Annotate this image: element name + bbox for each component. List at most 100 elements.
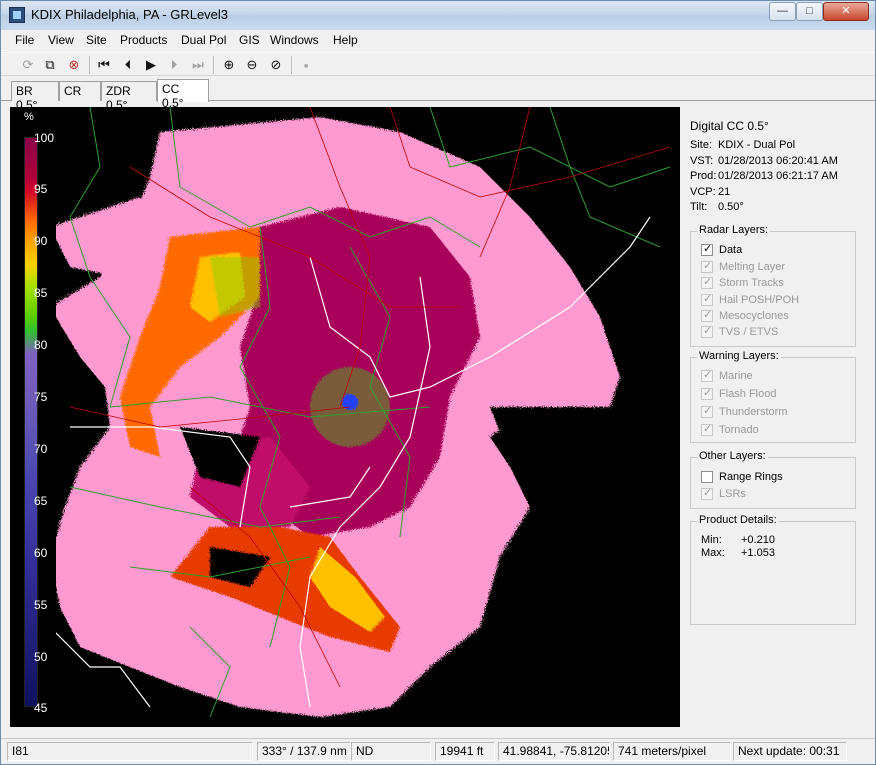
legend-unit: % [24, 111, 34, 123]
toolbar-separator [291, 56, 292, 74]
window-title: KDIX Philadelphia, PA - GRLevel3 [31, 7, 229, 22]
legend-tick-55: 55 [34, 598, 48, 612]
checkbox-box[interactable] [701, 275, 713, 289]
checkbox-lsrs[interactable]: LSRs [701, 486, 746, 502]
zoom-in-icon[interactable]: ⊕ [220, 56, 238, 74]
copy-icon[interactable]: ⧉ [41, 56, 59, 74]
checkbox-box[interactable] [701, 368, 713, 382]
legend-tick-100: 100 [34, 131, 55, 145]
status-cell-location: I81 [7, 742, 253, 761]
status-height: 19941 ft [435, 742, 495, 761]
checkbox-label: Mesocyclones [719, 310, 789, 322]
max-label: Max: [701, 547, 725, 559]
checkbox-box[interactable] [701, 486, 713, 500]
checkbox-box[interactable] [701, 308, 713, 322]
checkbox-label: Hail POSH/POH [719, 294, 800, 306]
toolbar-separator [213, 56, 214, 74]
tab-cc[interactable]: CC 0.5° [157, 79, 209, 110]
app-icon[interactable] [9, 7, 25, 23]
legend-tick-75: 75 [34, 390, 48, 404]
toolbar: ⟳ ⧉ ⊗ ⏮ ⏴ ▶ ⏵ ⏭ ⊕ ⊖ ⊘ ▪ [1, 52, 875, 76]
max-value: +1.053 [741, 547, 775, 559]
stop-loop-icon[interactable]: ⊗ [65, 56, 83, 74]
checkbox-label: Range Rings [719, 471, 783, 483]
menu-view[interactable]: View [48, 33, 74, 47]
checkbox-box[interactable] [701, 242, 713, 256]
legend-tick-60: 60 [34, 546, 48, 560]
vst-label: VST: [690, 155, 714, 167]
radar-display[interactable]: % 100 95 90 85 80 75 70 65 60 55 50 45 [10, 107, 680, 727]
next-frame-icon[interactable]: ⏵ [165, 56, 183, 74]
checkbox-box[interactable] [701, 422, 713, 436]
product-details-title: Product Details: [697, 514, 779, 526]
menu-products[interactable]: Products [120, 33, 167, 47]
tab-br[interactable]: BR 0.5° [11, 81, 59, 112]
warning-layers-group: Warning Layers: Marine Flash Flood Thund… [690, 350, 856, 443]
app-window: KDIX Philadelphia, PA - GRLevel3 — □ ✕ F… [0, 0, 876, 765]
checkbox-marine[interactable]: Marine [701, 368, 753, 384]
checkbox-data[interactable]: Data [701, 242, 742, 258]
checkbox-hail[interactable]: Hail POSH/POH [701, 292, 799, 308]
checkbox-tvs[interactable]: TVS / ETVS [701, 324, 778, 340]
prev-frame-icon[interactable]: ⏴ [119, 56, 137, 74]
status-value: ND [351, 742, 431, 761]
first-frame-icon[interactable]: ⏮ [95, 56, 113, 74]
radar-layers-group: Radar Layers: Data Melting Layer Storm T… [690, 224, 856, 347]
title-bar[interactable]: KDIX Philadelphia, PA - GRLevel3 — □ ✕ [1, 1, 875, 30]
maximize-button[interactable]: □ [796, 2, 823, 21]
checkbox-label: Marine [719, 370, 753, 382]
legend-tick-50: 50 [34, 650, 48, 664]
clear-icon[interactable]: ▪ [297, 56, 315, 74]
checkbox-box[interactable] [701, 292, 713, 306]
vst-value: 01/28/2013 06:20:41 AM [718, 155, 838, 167]
legend-tick-65: 65 [34, 494, 48, 508]
checkbox-melting-layer[interactable]: Melting Layer [701, 259, 785, 275]
legend-tick-85: 85 [34, 286, 48, 300]
legend-tick-80: 80 [34, 338, 48, 352]
close-button[interactable]: ✕ [823, 2, 869, 21]
minimize-button[interactable]: — [769, 2, 796, 21]
other-layers-group: Other Layers: Range Rings LSRs [690, 450, 856, 509]
menu-site[interactable]: Site [86, 33, 107, 47]
menu-dual-pol[interactable]: Dual Pol [181, 33, 226, 47]
status-bar: I81 333° / 137.9 nm ND 19941 ft 41.98841… [1, 738, 875, 764]
status-bearing-range: 333° / 137.9 nm [257, 742, 351, 761]
menu-file[interactable]: File [15, 33, 34, 47]
checkbox-mesocyclones[interactable]: Mesocyclones [701, 308, 789, 324]
site-value: KDIX - Dual Pol [718, 139, 796, 151]
checkbox-box[interactable] [701, 386, 713, 400]
status-coordinates: 41.98841, -75.81205 [498, 742, 610, 761]
menu-help[interactable]: Help [333, 33, 358, 47]
tilt-label: Tilt: [690, 201, 708, 213]
color-legend: % 100 95 90 85 80 75 70 65 60 55 50 45 [10, 107, 56, 727]
toolbar-separator [89, 56, 90, 74]
zoom-reset-icon[interactable]: ⊘ [267, 56, 285, 74]
refresh-icon[interactable]: ⟳ [19, 56, 37, 74]
legend-tick-90: 90 [34, 234, 48, 248]
play-icon[interactable]: ▶ [142, 56, 160, 74]
checkbox-thunderstorm[interactable]: Thunderstorm [701, 404, 787, 420]
prod-value: 01/28/2013 06:21:17 AM [718, 170, 838, 182]
checkbox-label: Thunderstorm [719, 406, 788, 418]
checkbox-storm-tracks[interactable]: Storm Tracks [701, 275, 784, 291]
radar-map[interactable] [10, 107, 680, 727]
checkbox-box[interactable] [701, 259, 713, 273]
tab-cr[interactable]: CR [59, 81, 101, 101]
checkbox-flash-flood[interactable]: Flash Flood [701, 386, 776, 402]
legend-tick-70: 70 [34, 442, 48, 456]
tab-zdr[interactable]: ZDR 0.5° [101, 81, 157, 112]
prod-label: Prod: [690, 170, 717, 182]
checkbox-label: Data [719, 244, 743, 256]
menu-gis[interactable]: GIS [239, 33, 260, 47]
vcp-value: 21 [718, 186, 731, 198]
checkbox-label: LSRs [719, 488, 746, 500]
checkbox-box[interactable] [701, 471, 713, 483]
zoom-out-icon[interactable]: ⊖ [243, 56, 261, 74]
radar-layers-title: Radar Layers: [697, 224, 771, 236]
checkbox-range-rings[interactable]: Range Rings [701, 469, 783, 485]
last-frame-icon[interactable]: ⏭ [189, 56, 207, 74]
checkbox-box[interactable] [701, 324, 713, 338]
menu-windows[interactable]: Windows [270, 33, 319, 47]
checkbox-tornado[interactable]: Tornado [701, 422, 759, 438]
checkbox-box[interactable] [701, 404, 713, 418]
